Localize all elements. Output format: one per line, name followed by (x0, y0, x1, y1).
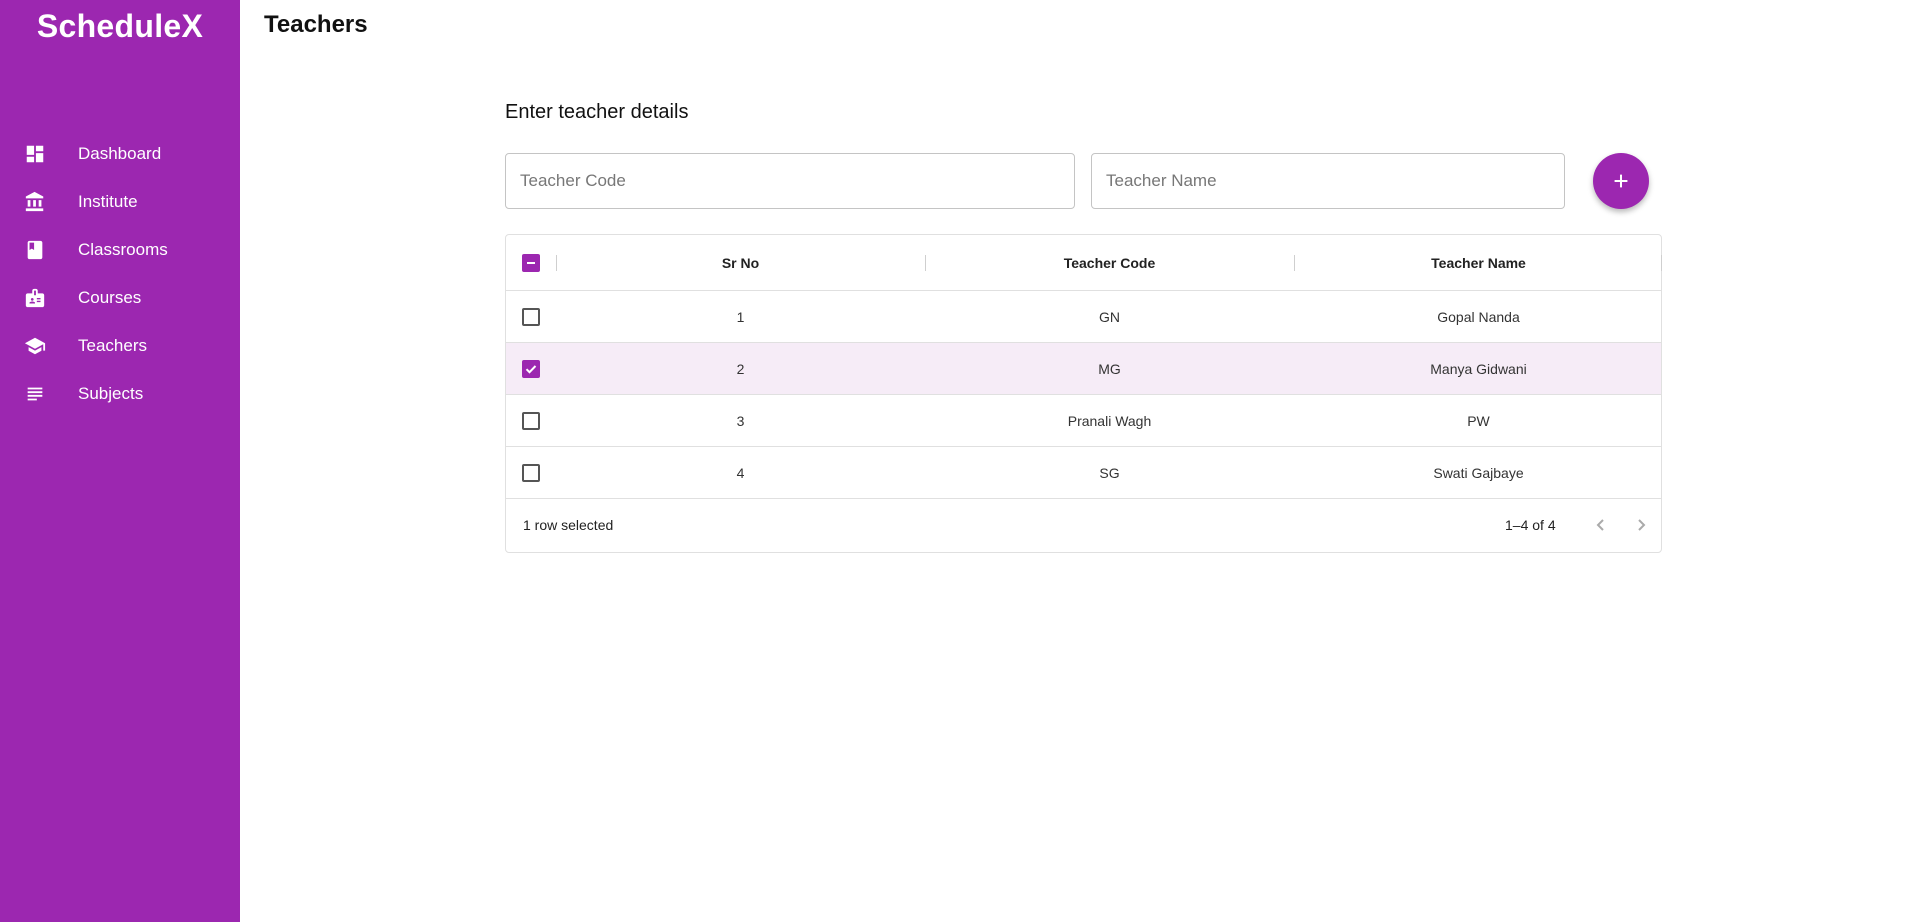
row-checkbox-cell (506, 395, 556, 446)
teacher-name-input[interactable] (1092, 154, 1564, 208)
page-title: Teachers (264, 11, 368, 38)
badge-icon (23, 286, 47, 310)
sidebar-item-label: Teachers (78, 336, 147, 355)
sidebar-item-label: Dashboard (78, 144, 162, 163)
sidebar-item-courses[interactable]: Courses (0, 274, 240, 322)
teacher-code-input[interactable] (506, 154, 1074, 208)
teacher-code-field (505, 153, 1075, 209)
row-checkbox[interactable] (522, 359, 540, 378)
column-header-teacher-code[interactable]: Teacher Code (925, 235, 1294, 290)
select-all-cell (506, 235, 556, 290)
column-separator[interactable] (1661, 255, 1662, 271)
cell-teacher-code: SG (1099, 464, 1120, 481)
cell-teacher-code: MG (1098, 360, 1121, 377)
book-icon (23, 238, 47, 262)
sidebar-nav: Dashboard Institute Classrooms Courses T… (0, 130, 240, 418)
cell-sr-no: 4 (736, 464, 745, 481)
sidebar-item-label: Classrooms (78, 240, 168, 259)
teachers-table: Sr No Teacher Code Teacher Name 1 GN Gop… (505, 234, 1662, 553)
plus-icon (1614, 174, 1628, 188)
cell-teacher-name: Swati Gajbaye (1433, 464, 1524, 481)
previous-page-button[interactable] (1589, 513, 1613, 537)
select-all-checkbox[interactable] (522, 253, 540, 272)
sidebar-item-label: Courses (78, 288, 142, 307)
table-row[interactable]: 1 GN Gopal Nanda (506, 291, 1661, 343)
dashboard-icon (23, 142, 47, 166)
sidebar-item-label: Subjects (78, 384, 144, 403)
school-icon (23, 334, 47, 358)
subject-lines-icon (23, 382, 47, 406)
sidebar: ScheduleX Dashboard Institute Classrooms… (0, 0, 240, 922)
row-checkbox[interactable] (522, 307, 540, 326)
row-checkbox-cell (506, 291, 556, 342)
row-checkbox-cell (506, 447, 556, 498)
table-row[interactable]: 4 SG Swati Gajbaye (506, 447, 1661, 499)
teacher-name-field (1091, 153, 1565, 209)
cell-teacher-code: GN (1099, 308, 1120, 325)
table-row[interactable]: 3 Pranali Wagh PW (506, 395, 1661, 447)
cell-sr-no: 3 (736, 412, 745, 429)
selection-count: 1 row selected (523, 517, 614, 533)
table-row[interactable]: 2 MG Manya Gidwani (506, 343, 1661, 395)
pagination-range: 1–4 of 4 (1505, 517, 1556, 533)
form-title: Enter teacher details (505, 101, 689, 123)
column-header-teacher-name[interactable]: Teacher Name (1294, 235, 1663, 290)
sidebar-item-label: Institute (78, 192, 138, 211)
column-header-sr-no[interactable]: Sr No (556, 235, 925, 290)
add-teacher-button[interactable] (1593, 153, 1649, 209)
chevron-left-icon (1596, 519, 1604, 531)
brand-logo: ScheduleX (36, 8, 204, 44)
table-footer: 1 row selected 1–4 of 4 (506, 499, 1661, 552)
check-icon (525, 364, 537, 374)
row-checkbox[interactable] (522, 463, 540, 482)
table-header-row: Sr No Teacher Code Teacher Name (506, 235, 1663, 291)
sidebar-item-teachers[interactable]: Teachers (0, 322, 240, 370)
cell-sr-no: 2 (736, 360, 745, 377)
indeterminate-icon (527, 261, 535, 264)
cell-sr-no: 1 (736, 308, 745, 325)
institution-icon (23, 190, 47, 214)
cell-teacher-name: Manya Gidwani (1430, 360, 1527, 377)
next-page-button[interactable] (1629, 513, 1653, 537)
chevron-right-icon (1638, 519, 1646, 531)
cell-teacher-name: Gopal Nanda (1437, 308, 1520, 325)
sidebar-item-classrooms[interactable]: Classrooms (0, 226, 240, 274)
sidebar-item-institute[interactable]: Institute (0, 178, 240, 226)
row-checkbox[interactable] (522, 411, 540, 430)
cell-teacher-name: PW (1467, 412, 1490, 429)
sidebar-item-dashboard[interactable]: Dashboard (0, 130, 240, 178)
cell-teacher-code: Pranali Wagh (1067, 412, 1152, 429)
row-checkbox-cell (506, 343, 556, 394)
sidebar-item-subjects[interactable]: Subjects (0, 370, 240, 418)
